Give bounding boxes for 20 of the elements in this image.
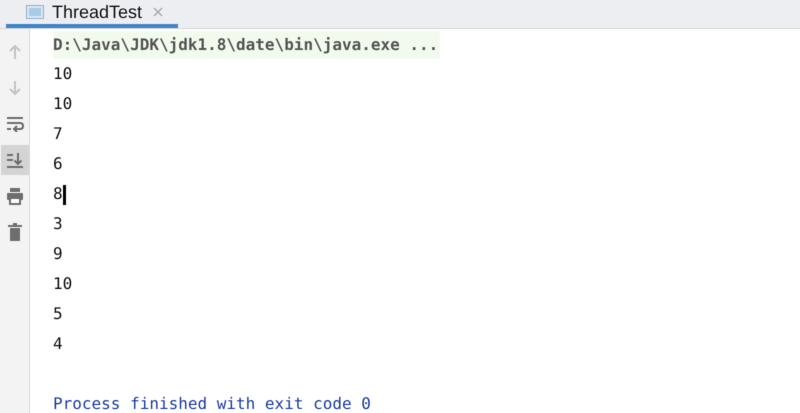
window-icon [26, 5, 44, 19]
output-line: 10 [53, 273, 74, 295]
toolbar-button[interactable] [0, 145, 28, 175]
output-line: 8 [53, 179, 800, 209]
close-icon[interactable] [152, 6, 164, 18]
soft-wrap-icon [6, 116, 24, 132]
output-line: 3 [53, 213, 64, 235]
exit-message: Process finished with exit code 0 [53, 393, 372, 413]
printer-icon [6, 187, 24, 205]
arrow-down-icon [6, 80, 22, 96]
output-line: 9 [53, 243, 64, 265]
output-line: 10 [53, 93, 74, 115]
output-line: 6 [53, 153, 64, 175]
scroll-to-end-icon [6, 152, 24, 168]
output-line: 7 [53, 123, 64, 145]
output-line: 4 [53, 333, 64, 355]
trash-icon [6, 223, 22, 241]
output-line: 5 [53, 303, 64, 325]
arrow-up-icon [6, 44, 22, 60]
output-line: 10 [53, 63, 74, 85]
